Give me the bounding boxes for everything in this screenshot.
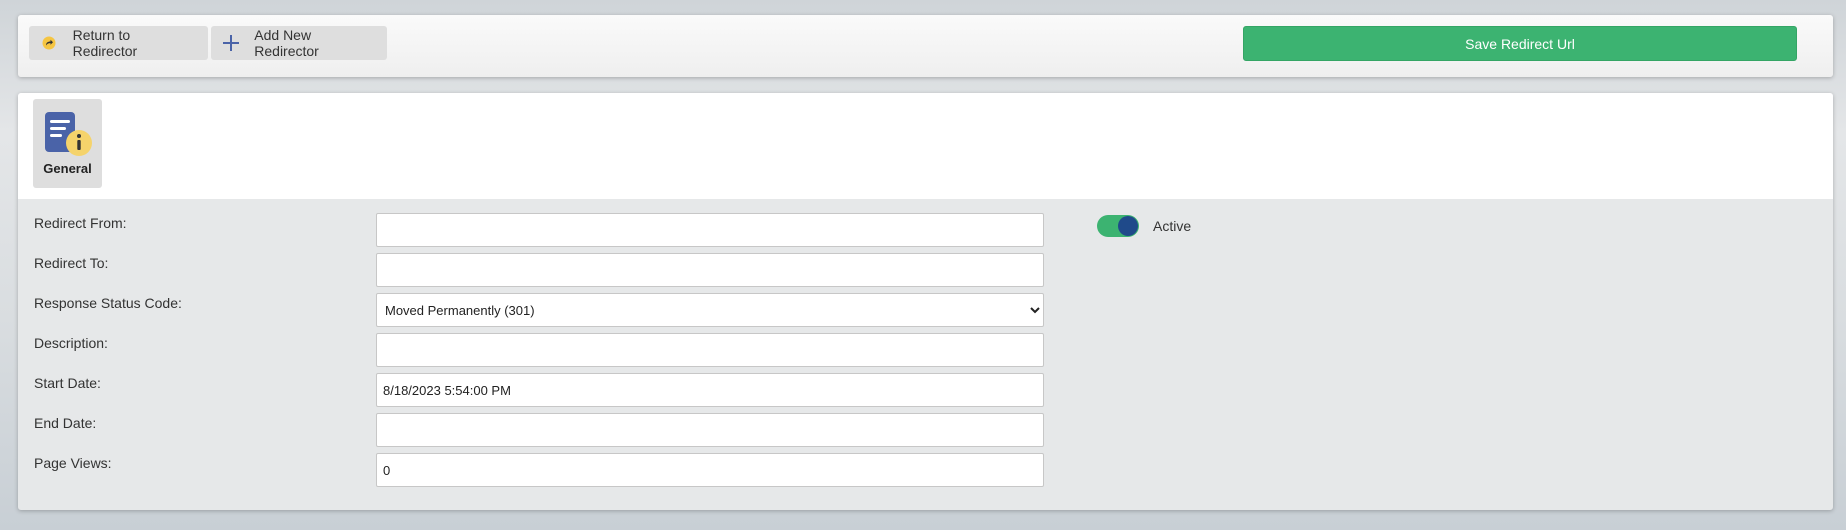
add-new-redirector-label: Add New Redirector <box>254 27 319 59</box>
redirect-to-input[interactable] <box>376 253 1044 287</box>
redirect-from-input[interactable] <box>376 213 1044 247</box>
editor-panel: General Redirect From: Redirect To: Resp… <box>18 93 1833 510</box>
return-to-redirector-label: Return to Redirector <box>72 27 138 59</box>
page-views-input[interactable] <box>376 453 1044 487</box>
end-date-row: End Date: <box>18 413 1118 447</box>
active-toggle-group: Active <box>1097 215 1191 237</box>
description-row: Description: <box>18 333 1118 367</box>
tab-bar: General <box>18 93 1833 199</box>
start-date-input[interactable] <box>376 373 1044 407</box>
description-label: Description: <box>34 335 108 351</box>
redirect-from-row: Redirect From: <box>18 213 1118 247</box>
start-date-label: Start Date: <box>34 375 101 391</box>
active-toggle[interactable] <box>1097 215 1139 237</box>
return-arrow-icon <box>39 33 59 53</box>
start-date-row: Start Date: <box>18 373 1118 407</box>
plus-icon <box>221 33 240 53</box>
save-redirect-url-button[interactable]: Save Redirect Url <box>1243 26 1797 61</box>
redirect-to-label: Redirect To: <box>34 255 109 271</box>
add-new-redirector-button[interactable]: Add New Redirector <box>211 26 387 60</box>
page-views-label: Page Views: <box>34 455 112 471</box>
end-date-input[interactable] <box>376 413 1044 447</box>
active-toggle-label: Active <box>1153 218 1192 234</box>
page-views-row: Page Views: <box>18 453 1118 487</box>
end-date-label: End Date: <box>34 415 97 431</box>
response-status-code-select[interactable]: Moved Permanently (301) <box>376 293 1044 327</box>
document-info-icon <box>43 112 93 157</box>
description-input[interactable] <box>376 333 1044 367</box>
response-status-code-row: Response Status Code: Moved Permanently … <box>18 293 1118 327</box>
return-to-redirector-button[interactable]: Return to Redirector <box>29 26 208 60</box>
tab-general-label: General <box>43 161 92 176</box>
top-toolbar: Return to Redirector Add New Redirector … <box>18 15 1833 77</box>
active-toggle-knob <box>1118 216 1138 236</box>
redirect-to-row: Redirect To: <box>18 253 1118 287</box>
tab-general[interactable]: General <box>33 99 102 188</box>
redirect-from-label: Redirect From: <box>34 215 127 231</box>
response-status-code-label: Response Status Code: <box>34 295 182 311</box>
